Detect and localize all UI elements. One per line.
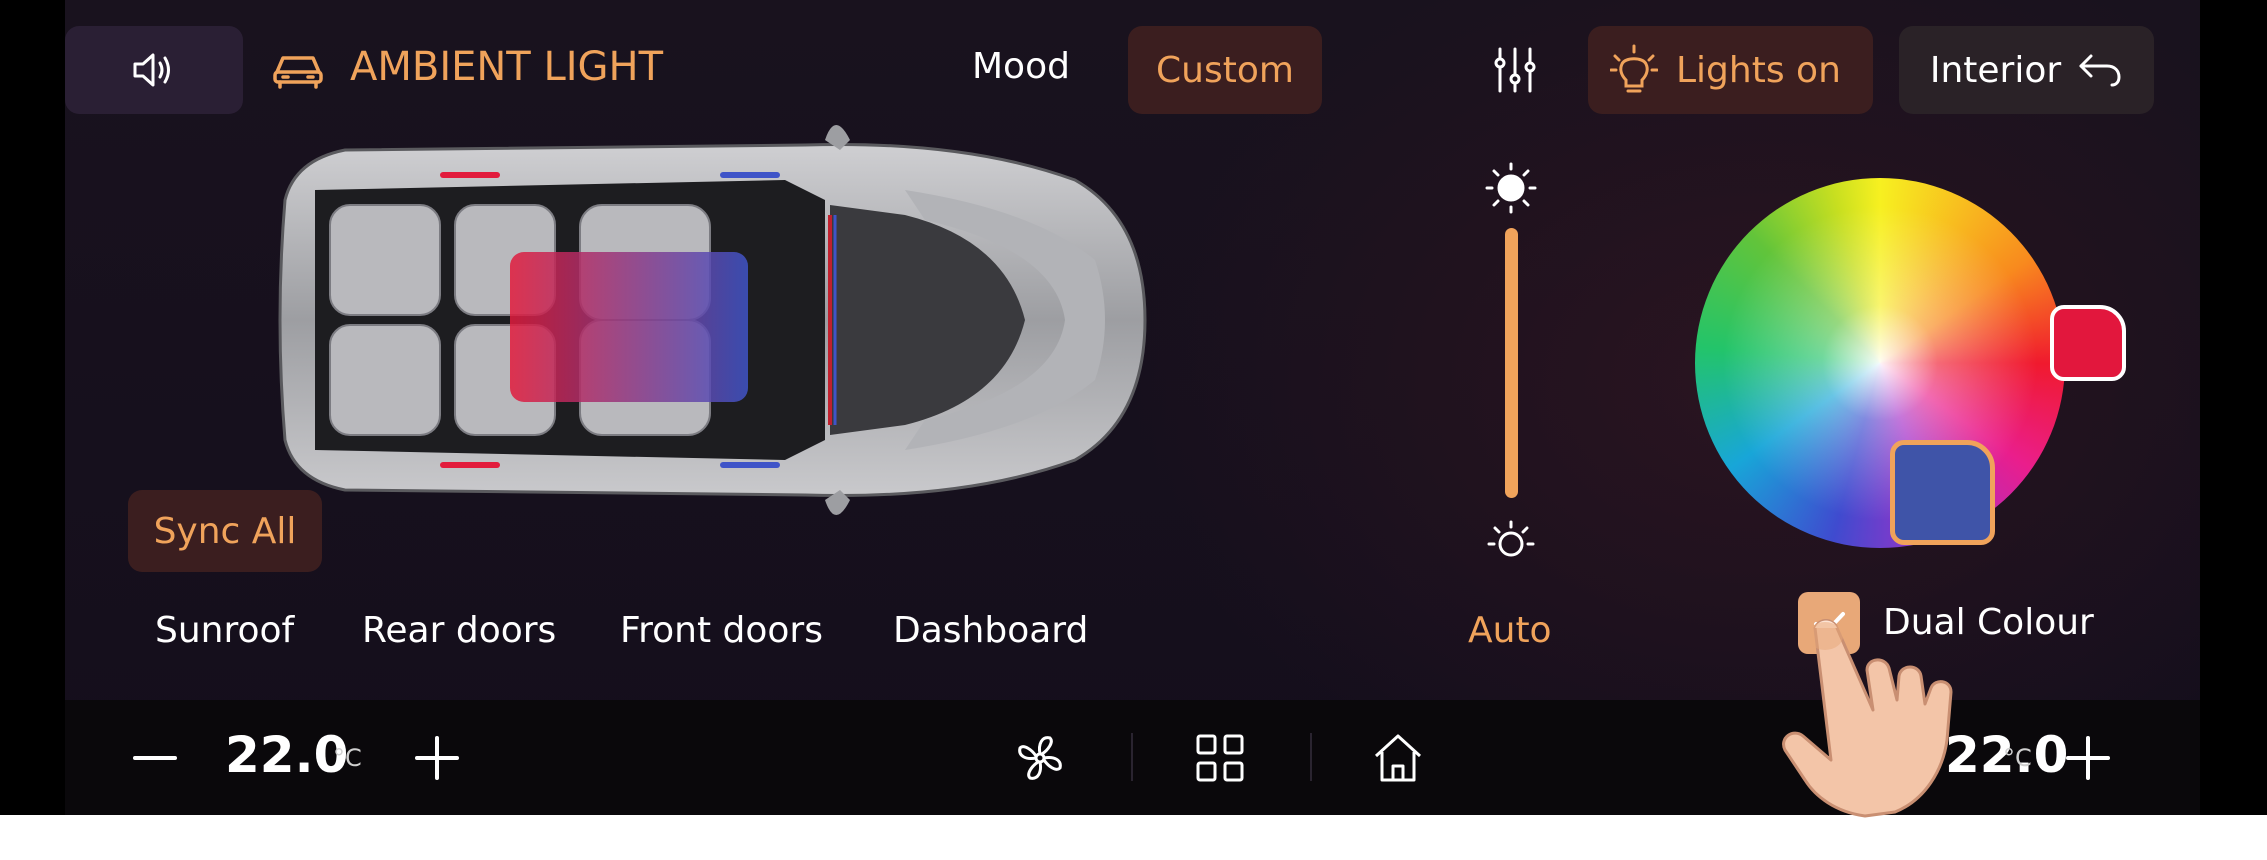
home-icon[interactable]	[1370, 730, 1426, 786]
secondary-colour-handle[interactable]	[1890, 440, 1995, 545]
primary-colour-handle[interactable]	[2050, 305, 2126, 381]
hand-pointer-icon	[1782, 619, 1953, 818]
tab-custom[interactable]: Custom	[1128, 26, 1322, 114]
brightness-slider[interactable]	[1505, 228, 1518, 498]
divider	[1310, 733, 1312, 781]
interior-back-button[interactable]: Interior	[1899, 26, 2154, 114]
divider	[1131, 733, 1133, 781]
speaker-icon	[133, 53, 170, 87]
brightness-low-icon	[1487, 520, 1535, 557]
car-icon	[273, 56, 323, 89]
lights-on-button[interactable]: Lights on	[1588, 26, 1873, 114]
ambient-light-screen: AMBIENT LIGHT Mood Custom Lights on Inte…	[65, 0, 2200, 818]
tab-mood[interactable]: Mood	[972, 46, 1070, 87]
auto-brightness-button[interactable]: Auto	[1468, 610, 1552, 651]
temp-left-unit: °C	[333, 744, 362, 772]
zone-dashboard[interactable]: Dashboard	[893, 610, 1088, 651]
zone-sunroof[interactable]: Sunroof	[155, 610, 294, 651]
sync-all-button[interactable]: Sync All	[128, 490, 322, 572]
temp-left-value: 22.0	[225, 726, 349, 784]
zone-front-doors[interactable]: Front doors	[620, 610, 823, 651]
fan-icon[interactable]	[1012, 730, 1068, 786]
page-title: AMBIENT LIGHT	[350, 44, 664, 90]
colour-wheel[interactable]	[1695, 178, 2065, 548]
temp-left-decrease-icon[interactable]	[130, 738, 180, 778]
lights-on-label: Lights on	[1676, 49, 1841, 91]
zone-rear-doors[interactable]: Rear doors	[362, 610, 556, 651]
interior-label: Interior	[1929, 49, 2062, 91]
brightness-high-icon	[1485, 162, 1537, 214]
tab-custom-label: Custom	[1156, 49, 1294, 91]
car-top-view[interactable]	[265, 120, 1165, 530]
apps-grid-icon[interactable]	[1192, 730, 1248, 786]
equalizer-icon[interactable]	[1490, 45, 1540, 95]
back-arrow-icon	[2079, 54, 2121, 87]
lightbulb-icon	[1610, 44, 1658, 93]
sound-button[interactable]	[65, 26, 243, 114]
temp-left-increase-icon[interactable]	[412, 733, 462, 783]
sync-all-label: Sync All	[153, 510, 297, 552]
